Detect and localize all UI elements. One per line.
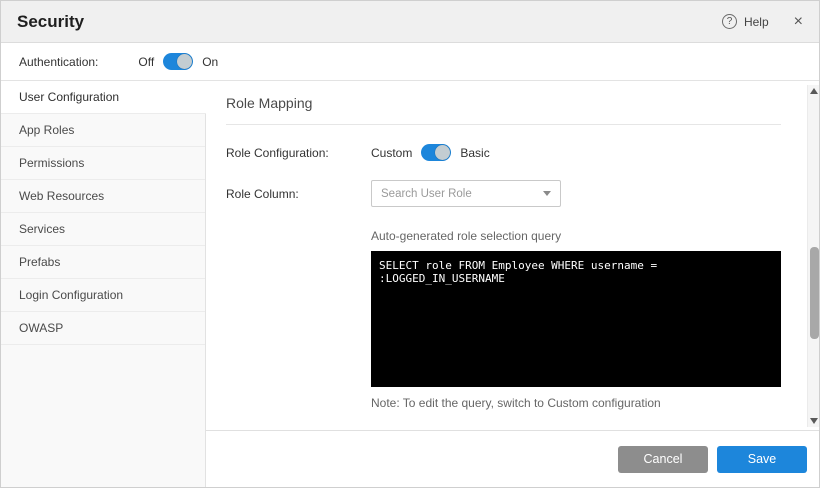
scrollbar-thumb[interactable] <box>810 247 819 339</box>
close-icon[interactable]: × <box>794 14 803 30</box>
content-area: Role Mapping Role Configuration: Custom … <box>206 81 820 487</box>
query-caption: Auto-generated role selection query <box>371 229 781 243</box>
chevron-down-icon <box>543 191 551 196</box>
titlebar: Security ? Help × <box>1 1 819 43</box>
toggle-knob <box>177 54 192 69</box>
role-configuration-custom-label[interactable]: Custom <box>371 146 412 160</box>
role-column-placeholder: Search User Role <box>381 188 472 200</box>
sidebar-item-web-resources[interactable]: Web Resources <box>1 180 205 213</box>
dialog-body: User Configuration App Roles Permissions… <box>1 81 819 487</box>
toggle-knob <box>435 145 450 160</box>
role-mapping-panel: Role Mapping Role Configuration: Custom … <box>206 81 820 410</box>
security-dialog: Security ? Help × Authentication: Off On… <box>0 0 820 488</box>
role-column-select[interactable]: Search User Role <box>371 180 561 207</box>
role-configuration-row: Role Configuration: Custom Basic <box>226 144 781 161</box>
scroll-up-icon[interactable] <box>810 88 818 94</box>
save-button[interactable]: Save <box>717 446 807 473</box>
help-icon[interactable]: ? <box>722 14 737 29</box>
page-title: Security <box>17 12 84 32</box>
role-configuration-toggle-group: Custom Basic <box>371 144 490 161</box>
vertical-scrollbar[interactable] <box>807 85 819 427</box>
panel-title: Role Mapping <box>226 95 781 125</box>
sidebar-item-user-configuration[interactable]: User Configuration <box>1 81 206 114</box>
action-footer: Cancel Save <box>206 430 820 487</box>
authentication-on-label: On <box>202 55 218 69</box>
role-column-row: Role Column: Search User Role <box>226 180 781 207</box>
authentication-off-label: Off <box>138 55 154 69</box>
authentication-label: Authentication: <box>19 55 98 69</box>
role-configuration-toggle[interactable] <box>421 144 451 161</box>
query-note: Note: To edit the query, switch to Custo… <box>371 396 781 410</box>
titlebar-actions: ? Help × <box>722 14 803 30</box>
sidebar-item-owasp[interactable]: OWASP <box>1 312 205 345</box>
role-column-label: Role Column: <box>226 187 371 201</box>
role-selection-query-editor[interactable]: SELECT role FROM Employee WHERE username… <box>371 251 781 387</box>
cancel-button[interactable]: Cancel <box>618 446 708 473</box>
authentication-toggle[interactable] <box>163 53 193 70</box>
scrollbar-track[interactable] <box>809 97 819 415</box>
sidebar-item-services[interactable]: Services <box>1 213 205 246</box>
sidebar-item-app-roles[interactable]: App Roles <box>1 114 205 147</box>
sidebar-item-prefabs[interactable]: Prefabs <box>1 246 205 279</box>
sidebar-item-login-configuration[interactable]: Login Configuration <box>1 279 205 312</box>
authentication-bar: Authentication: Off On <box>1 43 819 81</box>
scroll-down-icon[interactable] <box>810 418 818 424</box>
role-configuration-basic-label[interactable]: Basic <box>460 146 489 160</box>
sidebar: User Configuration App Roles Permissions… <box>1 81 206 487</box>
help-link[interactable]: Help <box>744 15 769 29</box>
sidebar-item-permissions[interactable]: Permissions <box>1 147 205 180</box>
role-configuration-label: Role Configuration: <box>226 146 371 160</box>
